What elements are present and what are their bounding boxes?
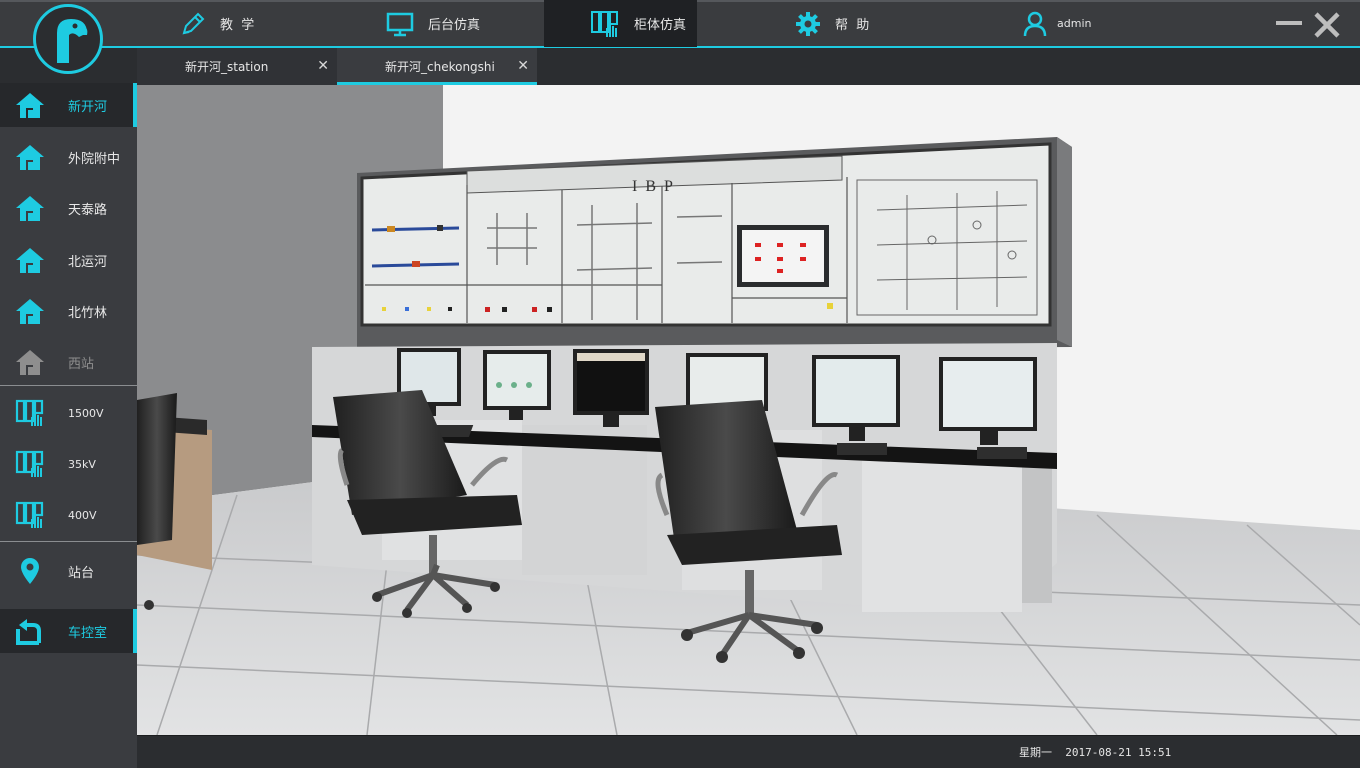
sidebar-item-label: 北运河 — [68, 254, 108, 270]
sidebar-item-beizhulin[interactable]: 北竹林 — [0, 289, 137, 333]
sidebar-item-label: 35kV — [68, 457, 96, 471]
3d-viewport[interactable]: IBP — [137, 85, 1360, 735]
nav-help[interactable]: 帮 助 — [795, 0, 915, 47]
nav-label: 后台仿真 — [428, 18, 481, 33]
sidebar-item-tiantailu[interactable]: 天泰路 — [0, 186, 137, 230]
home-icon — [16, 93, 44, 118]
sidebar-item-label: 站台 — [68, 565, 95, 581]
return-arrow-icon — [16, 619, 41, 645]
sidebar-item-1500v[interactable]: 1500V — [0, 391, 137, 435]
status-bar: 星期一 2017-08-21 15:51 — [137, 735, 1360, 768]
minimize-button[interactable] — [1276, 21, 1302, 25]
cabinet-hand-icon — [591, 10, 618, 37]
tab-strip: 新开河_station ✕ 新开河_chekongshi ✕ — [137, 48, 1360, 85]
tab-close-icon[interactable]: ✕ — [317, 58, 329, 74]
home-icon — [16, 196, 44, 221]
close-icon — [1314, 12, 1340, 38]
home-icon — [16, 350, 44, 375]
status-datetime: 星期一 2017-08-21 15:51 — [1019, 746, 1172, 759]
tab-chekongshi[interactable]: 新开河_chekongshi ✕ — [337, 48, 537, 85]
nav-backend-sim[interactable]: 后台仿真 — [386, 0, 526, 47]
sidebar-item-xizhan[interactable]: 西站 — [0, 340, 137, 384]
nav-label: 柜体仿真 — [634, 18, 687, 33]
pencil-icon — [182, 12, 205, 34]
user-name: admin — [1057, 17, 1092, 30]
top-nav-bar: 教 学 后台仿真 柜体仿真 帮 助 admin — [0, 0, 1360, 48]
minimize-icon — [1276, 21, 1302, 25]
app-logo — [33, 4, 103, 74]
sidebar-item-label: 天泰路 — [68, 202, 108, 218]
nav-teaching[interactable]: 教 学 — [180, 0, 300, 47]
sidebar-item-label: 西站 — [68, 356, 95, 372]
close-window-button[interactable] — [1312, 10, 1342, 44]
app-window: 教 学 后台仿真 柜体仿真 帮 助 admin 新开河_station ✕ 新开… — [0, 0, 1360, 768]
tab-close-icon[interactable]: ✕ — [517, 58, 529, 74]
ibp-panel-title: IBP — [632, 178, 681, 195]
nav-cabinet-sim[interactable]: 柜体仿真 — [544, 0, 697, 47]
nav-label: 帮 助 — [835, 18, 870, 33]
map-pin-icon — [21, 558, 39, 584]
home-icon — [16, 248, 44, 273]
sidebar-item-label: 400V — [68, 508, 97, 522]
sidebar-item-35kv[interactable]: 35kV — [0, 442, 137, 486]
home-icon — [16, 299, 44, 324]
user-icon — [1023, 11, 1047, 36]
tab-label: 新开河_station — [185, 60, 269, 74]
ibp-hmi-screen — [737, 225, 829, 287]
sidebar-item-platform[interactable]: 站台 — [0, 549, 137, 593]
home-icon — [16, 145, 44, 170]
cabinet-hand-icon — [15, 399, 44, 426]
sidebar-item-beiyunhe[interactable]: 北运河 — [0, 238, 137, 282]
sidebar-divider — [0, 385, 137, 386]
gear-icon — [796, 11, 820, 36]
sidebar-item-label: 北竹林 — [68, 305, 108, 321]
nav-user-admin[interactable]: admin — [1023, 0, 1123, 47]
control-room-scene: IBP — [137, 85, 1360, 735]
tab-label: 新开河_chekongshi — [385, 60, 495, 74]
nav-label: 教 学 — [220, 18, 255, 33]
sidebar-item-waiyuanfuzhong[interactable]: 外院附中 — [0, 135, 137, 179]
sidebar-item-label: 新开河 — [68, 99, 108, 115]
sidebar-divider — [0, 541, 137, 542]
cabinet-hand-icon — [15, 450, 44, 477]
monitor-icon — [386, 12, 414, 36]
sidebar-item-label: 外院附中 — [68, 151, 121, 167]
sidebar-item-label: 1500V — [68, 406, 104, 420]
sidebar: 新开河 外院附中 天泰路 北运河 北竹林 西站 1500V 35kV 400V … — [0, 83, 137, 768]
tab-station[interactable]: 新开河_station ✕ — [137, 48, 337, 85]
sidebar-item-label: 车控室 — [68, 625, 108, 641]
sidebar-item-control-room[interactable]: 车控室 — [0, 609, 137, 653]
parrot-logo-icon — [57, 19, 88, 63]
sidebar-item-400v[interactable]: 400V — [0, 493, 137, 537]
sidebar-item-xinkaihe[interactable]: 新开河 — [0, 83, 137, 127]
cabinet-hand-icon — [15, 501, 44, 528]
